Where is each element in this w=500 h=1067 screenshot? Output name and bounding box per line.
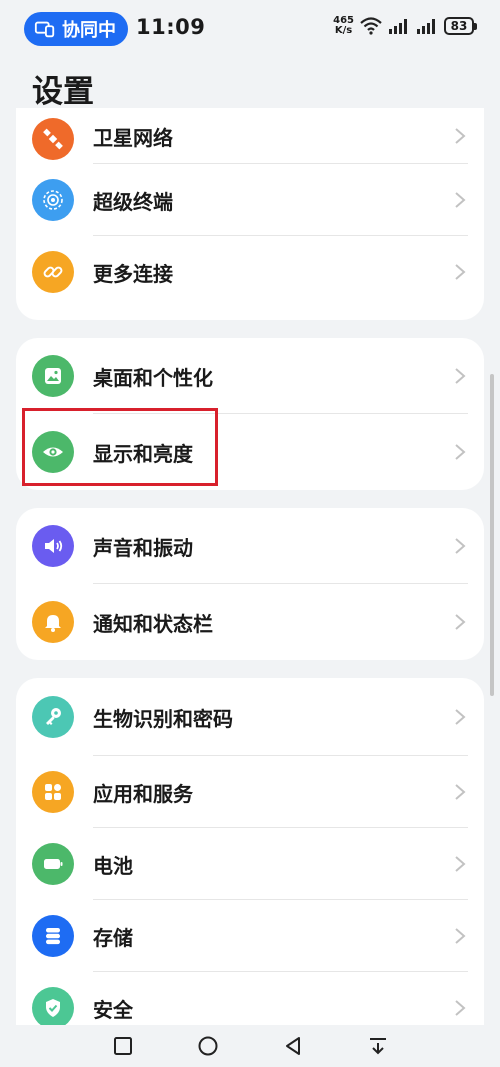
collaboration-label: 协同中 <box>62 20 116 41</box>
settings-item-label: 超级终端 <box>93 189 173 214</box>
settings-item-label: 生物识别和密码 <box>93 706 233 731</box>
settings-item-label: 应用和服务 <box>93 781 193 806</box>
chevron-right-icon <box>455 856 466 872</box>
page-title: 设置 <box>32 74 94 110</box>
link-icon <box>32 251 74 293</box>
settings-item-label: 更多连接 <box>93 261 173 286</box>
chevron-right-icon <box>455 192 466 208</box>
settings-item-label: 通知和状态栏 <box>93 611 213 636</box>
chevron-right-icon <box>455 128 466 144</box>
wifi-icon <box>360 17 382 35</box>
battery-icon <box>32 843 74 885</box>
super-device-icon <box>32 179 74 221</box>
chevron-right-icon <box>455 1000 466 1016</box>
settings-item-biometrics-password[interactable]: 生物识别和密码 <box>16 678 484 756</box>
settings-item-storage[interactable]: 存储 <box>16 900 484 972</box>
chevron-right-icon <box>455 928 466 944</box>
chevron-right-icon <box>455 614 466 630</box>
battery-indicator: 83 <box>444 17 477 35</box>
settings-item-satellite[interactable]: 卫星网络 <box>16 108 484 164</box>
wallpaper-icon <box>32 355 74 397</box>
signal-icon <box>389 19 407 34</box>
settings-item-sound-vibration[interactable]: 声音和振动 <box>16 508 484 584</box>
settings-item-label: 安全 <box>93 997 133 1022</box>
signal-icon-2 <box>417 19 435 34</box>
recent-apps-icon[interactable] <box>112 1035 134 1057</box>
chevron-right-icon <box>455 784 466 800</box>
home-icon[interactable] <box>197 1035 219 1057</box>
collaboration-pill[interactable]: 协同中 <box>24 12 128 46</box>
network-speed-unit: K/s <box>334 25 353 36</box>
settings-item-super-device[interactable]: 超级终端 <box>16 164 484 236</box>
status-time: 11:09 <box>136 15 206 39</box>
bell-icon <box>32 601 74 643</box>
settings-item-label: 卫星网络 <box>93 126 173 150</box>
chevron-right-icon <box>455 264 466 280</box>
chevron-right-icon <box>455 538 466 554</box>
network-speed: 465 K/s <box>333 16 354 36</box>
settings-group-sound-notification: 声音和振动 通知和状态栏 <box>16 508 484 660</box>
satellite-icon <box>32 118 74 160</box>
system-indicators: 465 K/s 83 <box>333 16 477 36</box>
settings-item-apps-services[interactable]: 应用和服务 <box>16 756 484 828</box>
settings-item-home-personalization[interactable]: 桌面和个性化 <box>16 338 484 414</box>
key-icon <box>32 696 74 738</box>
multi-device-icon <box>34 21 55 38</box>
settings-group-connections: 卫星网络 超级终端 更多连接 <box>16 108 484 320</box>
apps-icon <box>32 771 74 813</box>
shield-icon <box>32 987 74 1029</box>
back-icon[interactable] <box>282 1035 304 1057</box>
scrollbar[interactable] <box>490 374 494 696</box>
settings-item-more-connections[interactable]: 更多连接 <box>16 236 484 308</box>
chevron-right-icon <box>455 709 466 725</box>
storage-icon <box>32 915 74 957</box>
chevron-right-icon <box>455 368 466 384</box>
settings-item-label: 存储 <box>93 925 133 950</box>
notification-pulldown-icon[interactable] <box>367 1035 389 1057</box>
settings-group-security-apps: 生物识别和密码 应用和服务 电池 存储 安全 <box>16 678 484 1038</box>
status-bar: 协同中 11:09 465 K/s 83 <box>0 0 500 56</box>
settings-item-label: 声音和振动 <box>93 535 193 560</box>
navigation-bar <box>0 1025 500 1067</box>
highlight-box <box>22 408 218 486</box>
chevron-right-icon <box>455 444 466 460</box>
settings-item-label: 电池 <box>93 853 133 878</box>
settings-item-battery[interactable]: 电池 <box>16 828 484 900</box>
settings-item-label: 桌面和个性化 <box>93 365 213 390</box>
speaker-icon <box>32 525 74 567</box>
settings-item-notification-statusbar[interactable]: 通知和状态栏 <box>16 584 484 660</box>
